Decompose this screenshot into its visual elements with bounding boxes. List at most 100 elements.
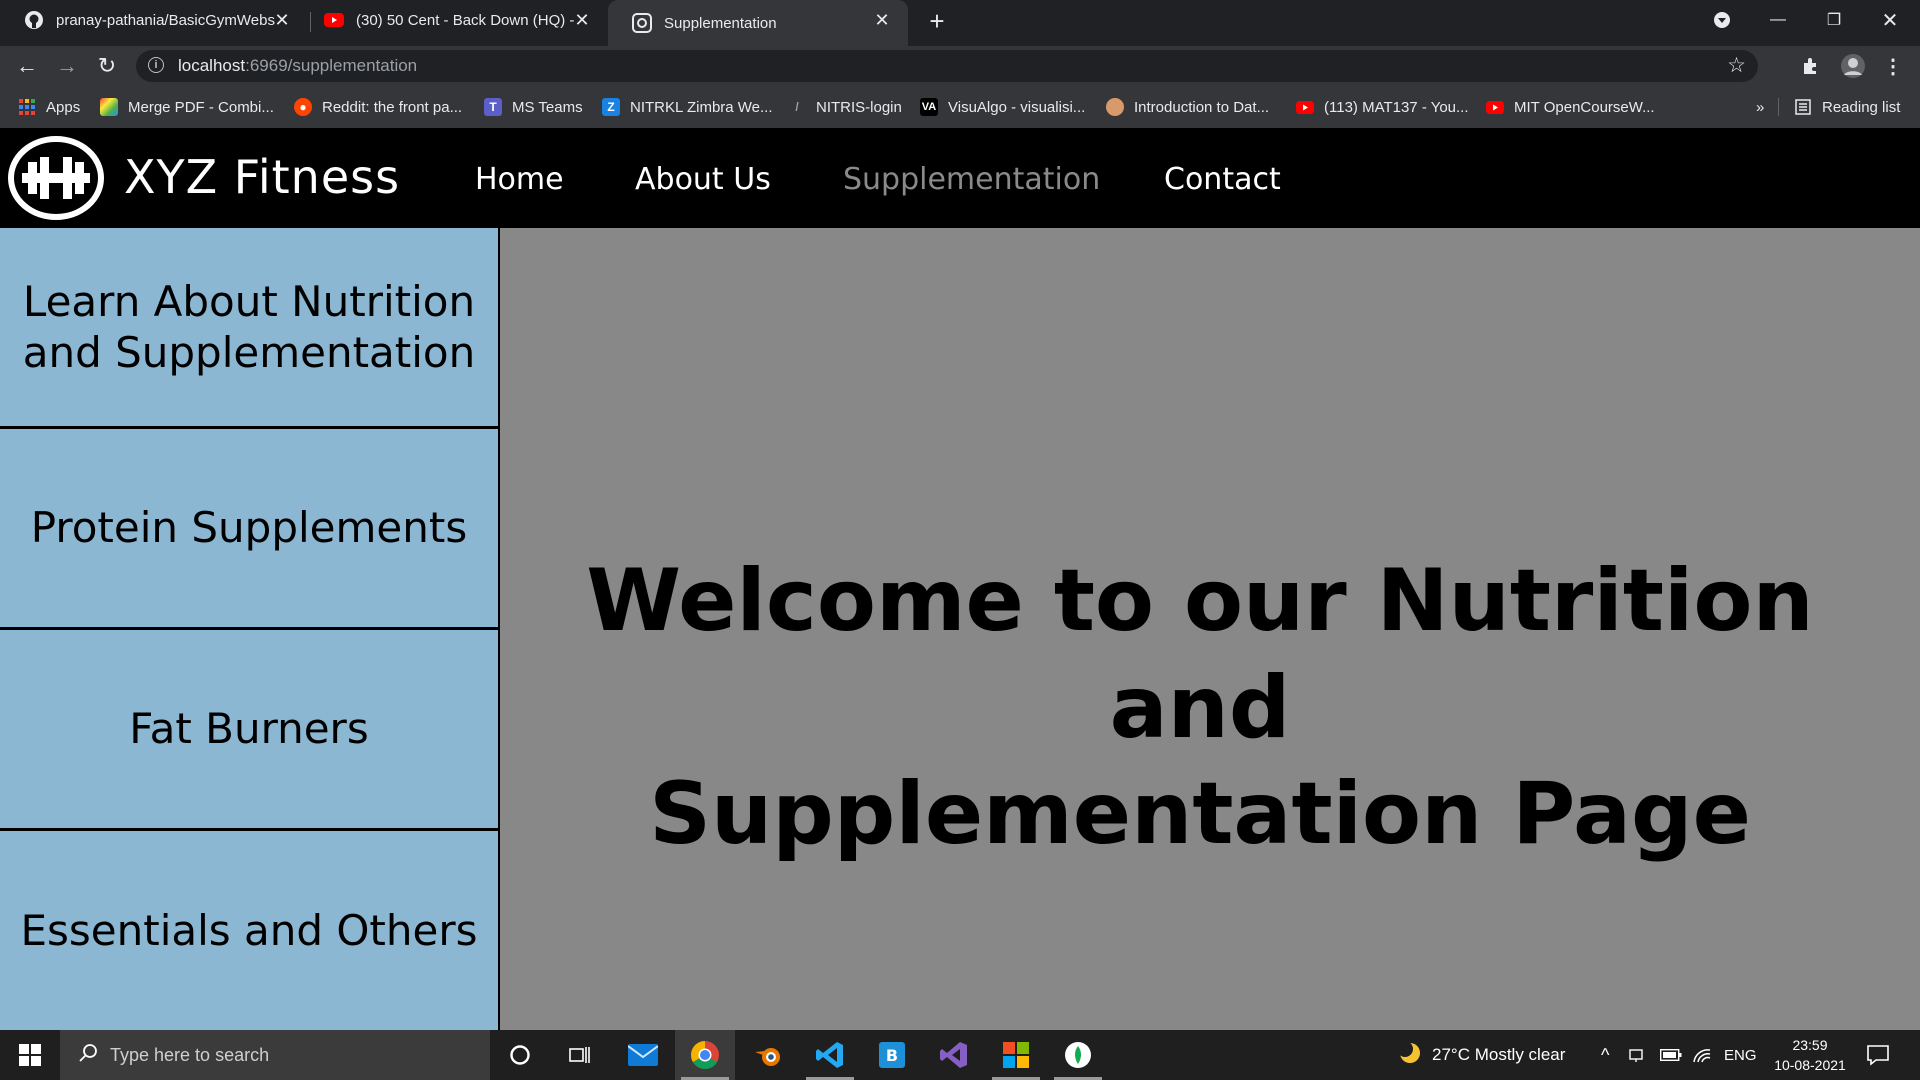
minimize-button[interactable]: — — [1750, 0, 1806, 40]
bookmark-label: Reddit: the front pa... — [322, 98, 463, 116]
close-window-button[interactable]: ✕ — [1862, 0, 1918, 40]
forward-button[interactable]: → — [51, 50, 83, 82]
zimbra-icon: Z — [602, 98, 620, 116]
nav-supplementation[interactable]: Supplementation — [843, 162, 1100, 197]
dumbbell-logo-icon[interactable] — [8, 136, 104, 220]
bookmarks-overflow-button[interactable]: » — [1756, 96, 1764, 118]
sidebar-item-label: Learn About Nutrition and Supplementatio… — [22, 276, 476, 377]
bookmark-visualgo[interactable]: VA VisuAlgo - visualisi... — [920, 96, 1085, 118]
bookmark-mit-ocw[interactable]: MIT OpenCourseW... — [1486, 96, 1655, 118]
mail-icon[interactable] — [613, 1030, 673, 1080]
tab-youtube[interactable]: (30) 50 Cent - Back Down (HQ) - ✕ — [300, 0, 608, 40]
back-button[interactable]: ← — [11, 50, 43, 82]
sidebar-item-fat-burners[interactable]: Fat Burners — [0, 630, 498, 828]
bookmark-label: MS Teams — [512, 98, 583, 116]
chrome-icon[interactable] — [675, 1030, 735, 1080]
tab-title: (30) 50 Cent - Back Down (HQ) - — [356, 11, 575, 29]
task-view-icon[interactable] — [550, 1030, 610, 1080]
windows-start-button[interactable] — [0, 1030, 60, 1080]
url-host: localhost — [178, 56, 246, 75]
search-icon — [78, 1043, 98, 1069]
bookmark-star-icon[interactable]: ☆ — [1727, 53, 1746, 78]
mongodb-icon[interactable] — [1048, 1030, 1108, 1080]
moon-icon — [1397, 1040, 1422, 1070]
bookmark-merge-pdf[interactable]: Merge PDF - Combi... — [100, 96, 274, 118]
brand-name[interactable]: XYZ Fitness — [124, 150, 400, 204]
apps-grid-icon — [18, 98, 36, 116]
bookmark-reddit[interactable]: ● Reddit: the front pa... — [294, 96, 462, 118]
reading-list-label: Reading list — [1822, 98, 1901, 116]
teams-icon: T — [484, 98, 502, 116]
extensions-icon[interactable] — [1796, 51, 1826, 81]
site-info-icon[interactable]: i — [148, 57, 164, 73]
browser-toolbar: ← → ↻ i localhost:6969/supplementation ☆… — [0, 46, 1920, 86]
bookmark-label: VisuAlgo - visualisi... — [948, 98, 1086, 116]
weather-widget[interactable]: 27°C Mostly clear — [1397, 1030, 1565, 1080]
svg-text:B: B — [886, 1046, 898, 1065]
close-tab-icon[interactable]: ✕ — [870, 8, 894, 32]
nav-home[interactable]: Home — [475, 162, 564, 197]
browser-menu-icon[interactable]: ⋮ — [1878, 51, 1908, 81]
close-tab-icon[interactable]: ✕ — [270, 8, 294, 32]
sidebar-item-protein[interactable]: Protein Supplements — [0, 429, 498, 627]
vscode-icon[interactable] — [800, 1030, 860, 1080]
address-bar[interactable]: i localhost:6969/supplementation ☆ — [136, 50, 1758, 82]
windows-logo-icon — [19, 1044, 41, 1066]
reading-list-button[interactable]: Reading list — [1794, 96, 1900, 118]
tab-search-icon[interactable] — [1694, 0, 1750, 40]
clock[interactable]: 23:59 10-08-2021 — [1770, 1030, 1850, 1080]
tray-overflow-icon[interactable]: ^ — [1601, 1030, 1609, 1080]
welcome-line-2: Supplementation Page — [649, 764, 1751, 865]
battery-icon[interactable] — [1660, 1030, 1682, 1080]
bookmark-zimbra[interactable]: Z NITRKL Zimbra We... — [602, 96, 773, 118]
bookmark-label: Introduction to Dat... — [1134, 98, 1270, 116]
browser-tab-strip: pranay-pathania/BasicGymWebsi ✕ (30) 50 … — [0, 0, 1920, 46]
visual-studio-icon[interactable] — [924, 1030, 984, 1080]
new-tab-button[interactable]: + — [922, 6, 952, 36]
cortana-icon[interactable] — [490, 1030, 550, 1080]
main-content: Welcome to our Nutrition and Supplementa… — [500, 228, 1920, 1030]
office-icon[interactable] — [986, 1030, 1046, 1080]
restore-button[interactable]: ❐ — [1806, 0, 1862, 40]
search-placeholder: Type here to search — [110, 1045, 270, 1065]
bookmark-intro-data[interactable]: Introduction to Dat... — [1106, 96, 1269, 118]
reload-button[interactable]: ↻ — [91, 50, 123, 82]
sidebar-item-nutrition[interactable]: Learn About Nutrition and Supplementatio… — [0, 228, 498, 426]
taskbar-search-box[interactable]: Type here to search — [60, 1030, 490, 1080]
avatar-icon — [1106, 98, 1124, 116]
site-navbar: XYZ Fitness Home About Us Supplementatio… — [0, 128, 1920, 228]
sidebar-item-essentials[interactable]: Essentials and Others — [0, 831, 498, 1030]
blender-icon[interactable] — [738, 1030, 798, 1080]
nav-contact[interactable]: Contact — [1164, 162, 1281, 197]
notification-center-icon[interactable] — [1866, 1030, 1890, 1080]
site-favicon-icon — [632, 13, 652, 33]
bookmark-nitris[interactable]: / NITRIS-login — [788, 96, 902, 118]
network-adapter-icon[interactable] — [1628, 1030, 1644, 1080]
sidebar-item-label: Fat Burners — [129, 704, 369, 754]
url-path: :6969/supplementation — [245, 56, 418, 75]
welcome-line-1: Welcome to our Nutrition and — [586, 551, 1814, 758]
close-tab-icon[interactable]: ✕ — [570, 8, 594, 32]
profile-avatar[interactable] — [1838, 51, 1868, 81]
tab-github[interactable]: pranay-pathania/BasicGymWebsi ✕ — [0, 0, 308, 40]
bookmark-ms-teams[interactable]: T MS Teams — [484, 96, 583, 118]
bookmark-label: (113) MAT137 - You... — [1324, 98, 1469, 116]
tab-title: pranay-pathania/BasicGymWebsi — [56, 11, 276, 29]
bookmark-label: NITRIS-login — [816, 98, 902, 116]
sidebar-item-label: Essentials and Others — [20, 905, 478, 955]
bing-icon[interactable]: B — [862, 1030, 922, 1080]
tab-supplementation[interactable]: Supplementation ✕ — [608, 0, 908, 46]
language-indicator[interactable]: ENG — [1724, 1030, 1757, 1080]
bookmark-mat137[interactable]: (113) MAT137 - You... — [1296, 96, 1469, 118]
bookmark-label: Apps — [46, 98, 81, 116]
visualgo-icon: VA — [920, 98, 938, 116]
nav-about-us[interactable]: About Us — [635, 162, 771, 197]
bookmark-apps[interactable]: Apps — [18, 96, 80, 118]
supplement-sidebar: Learn About Nutrition and Supplementatio… — [0, 228, 500, 1030]
welcome-heading: Welcome to our Nutrition and Supplementa… — [500, 548, 1900, 868]
wifi-icon[interactable] — [1692, 1030, 1712, 1080]
bookmark-label: MIT OpenCourseW... — [1514, 98, 1655, 116]
youtube-icon — [1486, 98, 1504, 116]
bookmarks-divider — [1778, 98, 1779, 116]
bookmark-label: NITRKL Zimbra We... — [630, 98, 773, 116]
